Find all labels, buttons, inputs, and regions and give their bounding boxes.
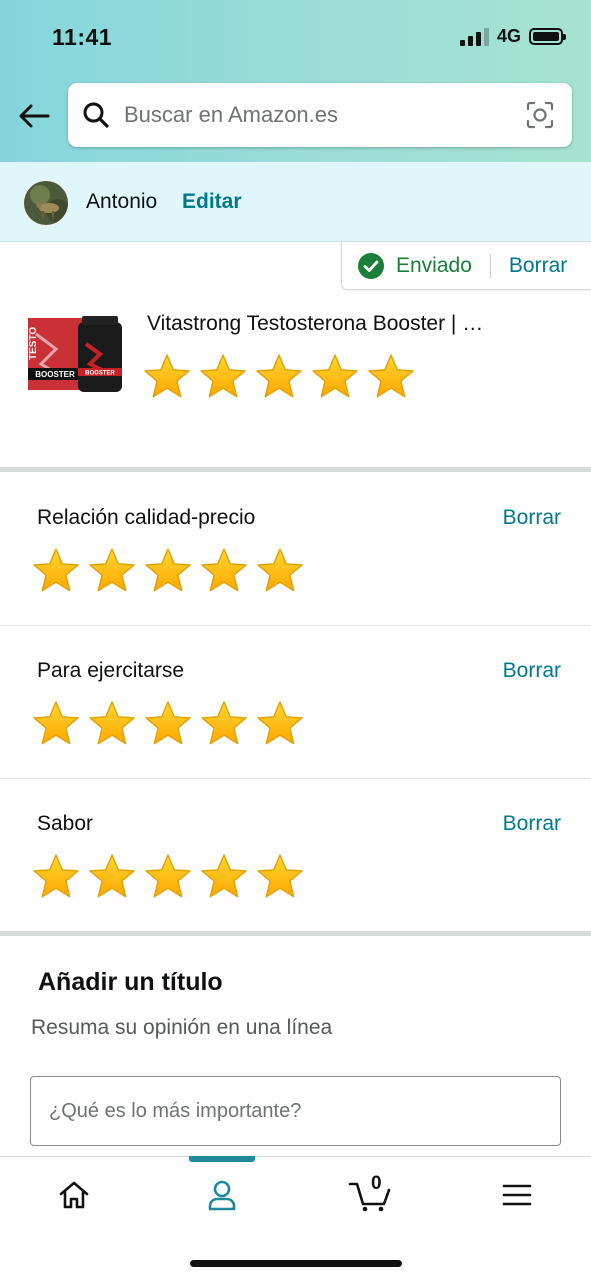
delete-value-rating-button[interactable]: Borrar	[503, 506, 561, 530]
star-icon[interactable]	[31, 699, 81, 749]
star-icon[interactable]	[199, 546, 249, 596]
add-title-heading: Añadir un título	[38, 968, 223, 996]
search-bar[interactable]	[68, 83, 572, 147]
star-icon[interactable]	[255, 699, 305, 749]
section-divider	[0, 467, 591, 472]
home-indicator[interactable]	[190, 1260, 402, 1267]
search-icon[interactable]	[82, 101, 110, 129]
cart-count: 0	[371, 1173, 382, 1194]
exercise-rating-stars[interactable]	[31, 699, 305, 749]
value-rating-stars[interactable]	[31, 546, 305, 596]
back-arrow-icon[interactable]	[16, 98, 52, 134]
camera-scan-icon[interactable]	[524, 99, 556, 131]
star-icon[interactable]	[255, 852, 305, 902]
cart-icon[interactable]: 0	[340, 1173, 400, 1215]
network-type: 4G	[496, 26, 521, 46]
svg-text:BOOSTER: BOOSTER	[35, 370, 75, 379]
home-icon[interactable]	[44, 1175, 104, 1215]
star-icon[interactable]	[255, 546, 305, 596]
status-sent-label: Enviado	[396, 253, 472, 277]
hamburger-menu-icon[interactable]	[487, 1175, 547, 1215]
star-icon[interactable]	[310, 352, 360, 402]
edit-profile-link[interactable]: Editar	[182, 190, 242, 214]
star-icon[interactable]	[199, 852, 249, 902]
star-icon[interactable]	[254, 352, 304, 402]
header-area: 11:41 4G	[0, 0, 591, 162]
star-icon[interactable]	[143, 699, 193, 749]
status-time: 11:41	[52, 24, 113, 50]
section-divider	[0, 931, 591, 936]
search-input[interactable]	[124, 102, 504, 128]
attribute-label-exercise: Para ejercitarse	[37, 659, 185, 682]
star-icon[interactable]	[87, 699, 137, 749]
status-indicators: 4G	[459, 26, 566, 47]
star-icon[interactable]	[143, 852, 193, 902]
product-image[interactable]: BOOSTER TESTO BOOSTER	[26, 314, 126, 396]
star-icon[interactable]	[366, 352, 416, 402]
signal-strength-icon	[459, 27, 489, 46]
attribute-label-value: Relación calidad-precio	[37, 506, 256, 529]
svg-text:BOOSTER: BOOSTER	[85, 371, 115, 377]
flavor-rating-stars[interactable]	[31, 852, 305, 902]
delete-review-button[interactable]: Borrar	[509, 254, 567, 278]
star-icon[interactable]	[198, 352, 248, 402]
divider	[489, 253, 491, 278]
check-circle-icon	[358, 252, 384, 279]
review-title-input[interactable]	[30, 1076, 561, 1146]
star-icon[interactable]	[142, 352, 192, 402]
overall-rating-stars[interactable]	[142, 352, 416, 402]
row-divider	[0, 778, 591, 779]
person-icon[interactable]	[192, 1175, 252, 1215]
avatar	[22, 179, 70, 227]
star-icon[interactable]	[87, 852, 137, 902]
active-tab-indicator	[189, 1156, 255, 1162]
svg-text:TESTO: TESTO	[28, 327, 39, 360]
delete-exercise-rating-button[interactable]: Borrar	[503, 659, 561, 683]
battery-icon	[529, 28, 566, 45]
star-icon[interactable]	[143, 546, 193, 596]
product-title[interactable]: Vitastrong Testosterona Booster | …	[147, 312, 537, 336]
delete-flavor-rating-button[interactable]: Borrar	[503, 812, 561, 836]
user-bar: Antonio Editar	[0, 162, 591, 242]
star-icon[interactable]	[31, 546, 81, 596]
submission-status: Enviado Borrar	[341, 242, 591, 290]
user-name: Antonio	[86, 190, 158, 213]
star-icon[interactable]	[31, 852, 81, 902]
row-divider	[0, 625, 591, 626]
star-icon[interactable]	[87, 546, 137, 596]
attribute-label-flavor: Sabor	[37, 812, 94, 835]
add-title-subtitle: Resuma su opinión en una línea	[31, 1016, 333, 1039]
star-icon[interactable]	[199, 699, 249, 749]
